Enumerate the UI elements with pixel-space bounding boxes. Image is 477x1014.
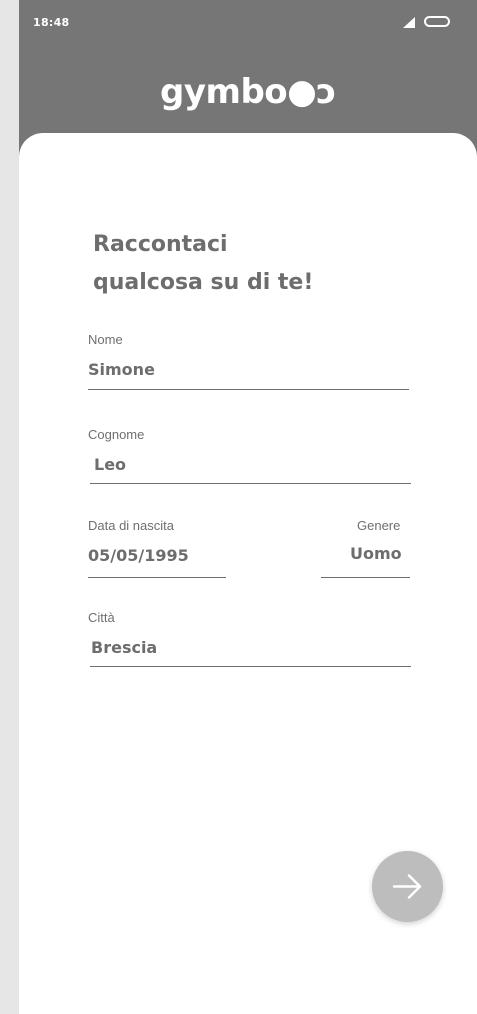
data-nascita-label: Data di nascita: [88, 518, 174, 533]
page-title: Raccontaci qualcosa su di te!: [93, 226, 413, 302]
status-time: 18:48: [33, 16, 70, 29]
citta-label: Città: [88, 610, 115, 625]
citta-underline: [90, 666, 411, 667]
battery-icon: [424, 16, 450, 27]
genere-underline: [321, 577, 410, 578]
nome-label: Nome: [88, 332, 123, 347]
genere-select[interactable]: Uomo: [350, 544, 402, 563]
signal-icon: [403, 17, 415, 28]
app-logo: gymbo●ɔ: [19, 72, 477, 112]
page-title-line1: Raccontaci: [93, 232, 228, 257]
data-nascita-input[interactable]: 05/05/1995: [88, 546, 189, 565]
cognome-label: Cognome: [88, 427, 145, 442]
next-button[interactable]: [372, 851, 443, 922]
data-nascita-underline: [88, 577, 226, 578]
phone-screen: 18:48 gymbo●ɔ Raccontaci qualcosa su di …: [19, 0, 477, 1014]
nome-input[interactable]: Simone: [88, 360, 155, 379]
cognome-underline: [90, 483, 411, 484]
logo-text: gymbo●ɔ: [160, 72, 336, 112]
cognome-input[interactable]: Leo: [94, 455, 126, 474]
citta-input[interactable]: Brescia: [91, 638, 157, 657]
arrow-right-icon: [392, 874, 422, 899]
page-title-line2: qualcosa su di te!: [93, 270, 314, 295]
genere-label: Genere: [357, 518, 401, 533]
status-bar: 18:48: [19, 0, 477, 50]
nome-underline: [88, 389, 409, 390]
